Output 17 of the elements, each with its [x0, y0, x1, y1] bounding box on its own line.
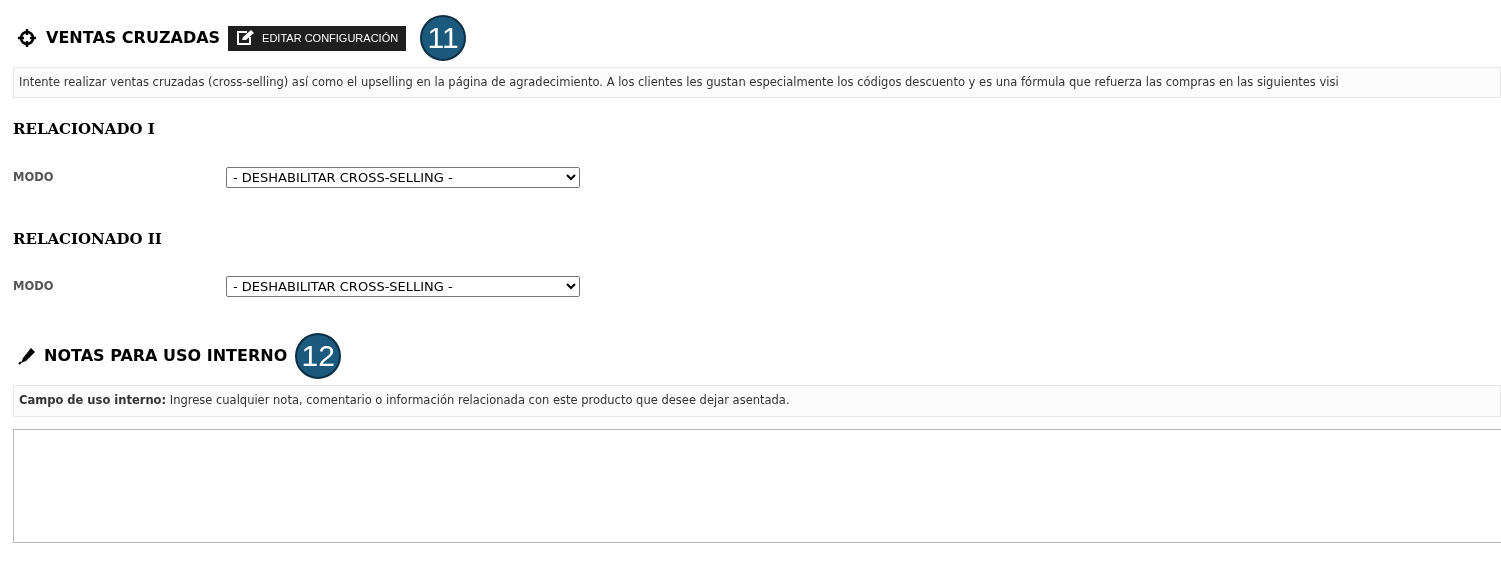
notes-field[interactable]: [13, 428, 1501, 543]
edit-settings-button[interactable]: EDITAR CONFIGURACIÓN: [228, 25, 407, 51]
info-box: Intente realizar ventas cruzadas (cross-selling) así como el upselling en la página de agradecimiento. A los clientes les gustan especialmente los códigos descuento y es una fórmula que refuerza las compras en las siguientes visi: [13, 67, 1501, 99]
section-title: NOTAS PARA USO INTERNO: [44, 345, 288, 368]
group-title: RELACIONADO I: [13, 119, 156, 141]
section-title: VENTAS CRUZADAS: [46, 27, 221, 49]
info-box: Campo de uso interno: Ingrese cualquier nota, comentario o información relacionada con este producto que desee dejar asentada.: [13, 385, 1501, 417]
group-title: RELACIONADO II: [13, 228, 163, 250]
mode-select[interactable]: - DESHABILITAR CROSS-SELLING -: [226, 166, 580, 188]
mode-select[interactable]: - DESHABILITAR CROSS-SELLING -: [226, 276, 580, 298]
edit-icon: [236, 30, 255, 46]
field-label: MODO: [13, 168, 55, 186]
field-label: MODO: [13, 278, 55, 296]
step-badge: 12: [295, 333, 342, 380]
crosshair-icon: [18, 29, 36, 47]
step-badge: 11: [420, 15, 467, 61]
pen-icon: [18, 347, 36, 366]
